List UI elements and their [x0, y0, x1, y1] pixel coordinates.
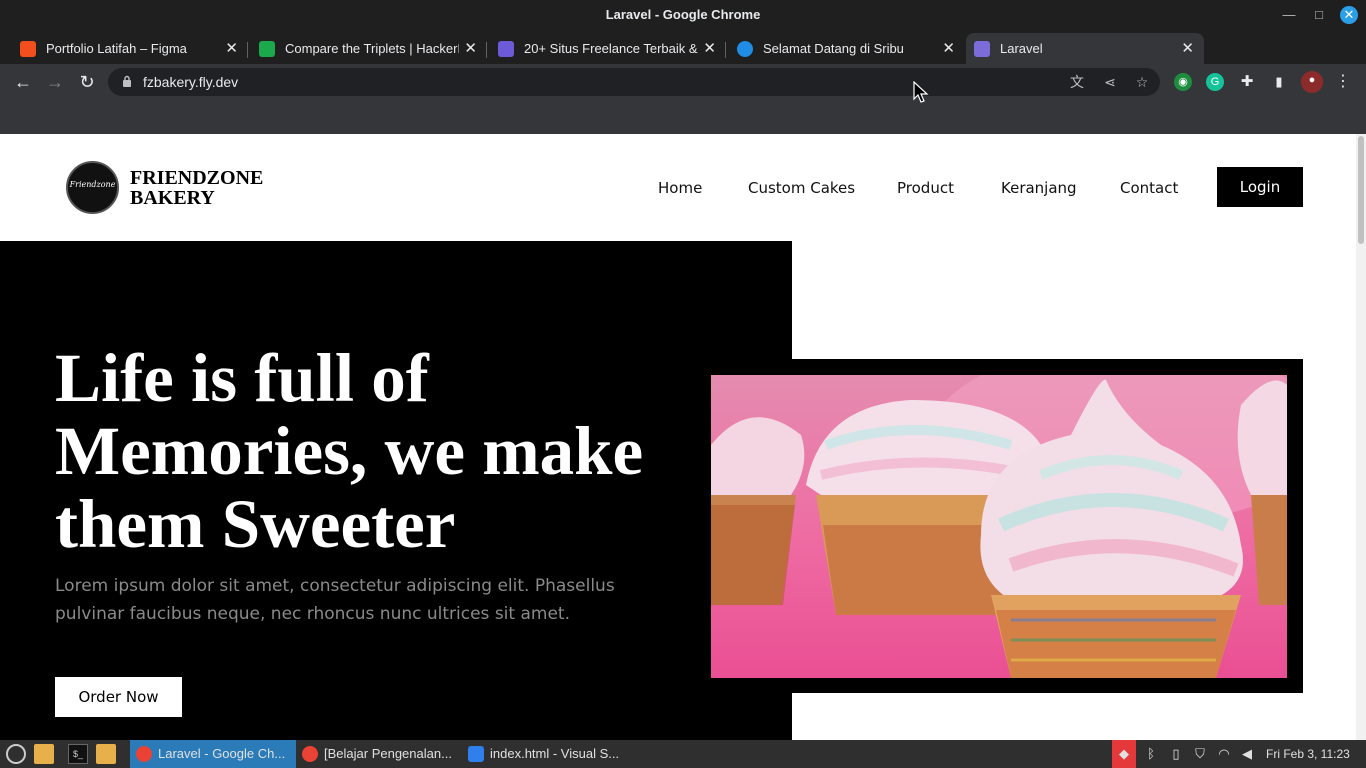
anydesk-tray-icon[interactable]: ◆ [1112, 740, 1136, 768]
tab-separator [725, 42, 726, 58]
hero-subtext: Lorem ipsum dolor sit amet, consectetur … [55, 576, 615, 624]
brand-name[interactable]: FRIENDZONE BAKERY [130, 168, 263, 208]
wifi-icon[interactable]: ◠ [1214, 744, 1234, 764]
share-icon[interactable]: ⋖ [1101, 73, 1119, 91]
sribu-icon [737, 41, 753, 57]
address-bar[interactable]: fzbakery.fly.dev 文 ⋖ ☆ [108, 68, 1160, 96]
vscode-icon [468, 746, 484, 762]
tab-separator [486, 42, 487, 58]
figma-icon [20, 41, 36, 57]
close-tab-icon[interactable]: ✕ [464, 39, 477, 57]
tab-separator [247, 42, 248, 58]
tab-freelance[interactable]: 20+ Situs Freelance Terbaik & Terpercaya… [490, 33, 726, 64]
forward-arrow-icon[interactable]: → [44, 71, 66, 93]
bookmark-bar [0, 100, 1366, 134]
site-header: Friendzone FRIENDZONE BAKERY Home Custom… [0, 134, 1356, 241]
folder-icon[interactable] [96, 744, 116, 764]
shield-icon[interactable]: ⛉ [1190, 744, 1210, 764]
close-tab-icon[interactable]: ✕ [225, 39, 238, 57]
tab-figma[interactable]: Portfolio Latifah – Figma ✕ [12, 33, 248, 64]
volume-icon[interactable]: ◀ [1237, 744, 1257, 764]
profile-avatar[interactable]: ● [1301, 71, 1323, 93]
nav-contact[interactable]: Contact [1120, 179, 1178, 197]
cupcakes-illustration [711, 375, 1287, 678]
chrome-icon [302, 746, 318, 762]
kebab-menu-icon[interactable]: ⋮ [1334, 73, 1352, 91]
terminal-icon[interactable]: $_ [68, 744, 88, 764]
extensions-puzzle-icon[interactable]: ✚ [1238, 73, 1256, 91]
page-scrollbar[interactable] [1356, 134, 1366, 740]
mouse-cursor-icon [913, 81, 929, 103]
lock-icon [123, 75, 131, 87]
eye-extension-icon[interactable]: ◉ [1174, 73, 1192, 91]
tab-label: Laravel [1000, 41, 1043, 56]
hero-headline: Life is full of Memories, we make them S… [55, 340, 644, 562]
task-label: Laravel - Google Ch... [158, 746, 286, 761]
reload-icon[interactable]: ↻ [76, 71, 98, 93]
bluetooth-icon[interactable]: ᛒ [1141, 744, 1161, 764]
logo-text: Friendzone [69, 180, 116, 189]
order-now-button[interactable]: Order Now [55, 677, 182, 717]
mint-menu-icon[interactable] [6, 744, 26, 764]
page-viewport: Friendzone FRIENDZONE BAKERY Home Custom… [0, 134, 1366, 740]
back-arrow-icon[interactable]: ← [12, 71, 34, 93]
nav-custom-cakes[interactable]: Custom Cakes [748, 179, 855, 197]
close-window-button[interactable]: ✕ [1340, 6, 1358, 24]
chrome-icon [136, 746, 152, 762]
tab-sribu[interactable]: Selamat Datang di Sribu ✕ [729, 33, 965, 64]
window-title: Laravel - Google Chrome [605, 7, 761, 22]
maximize-button[interactable]: □ [1310, 6, 1328, 24]
window-titlebar: Laravel - Google Chrome — □ ✕ [0, 0, 1366, 30]
task-chrome-laravel[interactable]: Laravel - Google Ch... [130, 740, 296, 768]
os-taskbar: $_ Laravel - Google Ch... [Belajar Penge… [0, 740, 1366, 768]
browser-toolbar: ← → ↻ fzbakery.fly.dev 文 ⋖ ☆ ◉ G ✚ ▮ ● ⋮ [0, 64, 1366, 100]
tab-hackerrank[interactable]: Compare the Triplets | HackerRank ✕ [251, 33, 487, 64]
tab-strip: Portfolio Latifah – Figma ✕ Compare the … [0, 30, 1366, 88]
task-vscode[interactable]: index.html - Visual S... [462, 740, 632, 768]
nav-product[interactable]: Product [897, 179, 954, 197]
freelance-site-icon [498, 41, 514, 57]
brand-line-2: BAKERY [130, 187, 215, 209]
side-panel-icon[interactable]: ▮ [1270, 73, 1288, 91]
tab-label: Selamat Datang di Sribu [763, 41, 904, 56]
tab-laravel[interactable]: Laravel ✕ [966, 33, 1204, 64]
close-tab-icon[interactable]: ✕ [1181, 39, 1194, 57]
nav-keranjang[interactable]: Keranjang [1001, 179, 1077, 197]
tab-label: Compare the Triplets | HackerRank [285, 41, 459, 56]
tab-label: Portfolio Latifah – Figma [46, 41, 187, 56]
bakery-logo[interactable]: Friendzone [66, 161, 119, 214]
close-tab-icon[interactable]: ✕ [942, 39, 955, 57]
url-text: fzbakery.fly.dev [143, 74, 239, 90]
grammarly-icon[interactable]: G [1206, 73, 1224, 91]
task-chrome-belajar[interactable]: [Belajar Pengenalan... [296, 740, 462, 768]
brand-line-1: FRIENDZONE [130, 167, 264, 189]
files-folder-icon[interactable] [34, 744, 54, 764]
task-label: index.html - Visual S... [490, 746, 620, 761]
laravel-icon [974, 41, 990, 57]
clock[interactable]: Fri Feb 3, 11:23 [1266, 747, 1350, 761]
nav-home[interactable]: Home [658, 179, 702, 197]
translate-icon[interactable]: 文 [1068, 73, 1086, 91]
close-tab-icon[interactable]: ✕ [703, 39, 716, 57]
login-button[interactable]: Login [1217, 167, 1303, 207]
scrollbar-thumb[interactable] [1358, 136, 1364, 244]
hackerrank-icon [259, 41, 275, 57]
task-label: [Belajar Pengenalan... [324, 746, 452, 761]
minimize-button[interactable]: — [1280, 6, 1298, 24]
clipboard-icon[interactable]: ▯ [1166, 744, 1186, 764]
cupcakes-image [711, 375, 1287, 678]
tab-label: 20+ Situs Freelance Terbaik & Terpercaya [524, 41, 698, 56]
bookmark-star-icon[interactable]: ☆ [1133, 73, 1151, 91]
